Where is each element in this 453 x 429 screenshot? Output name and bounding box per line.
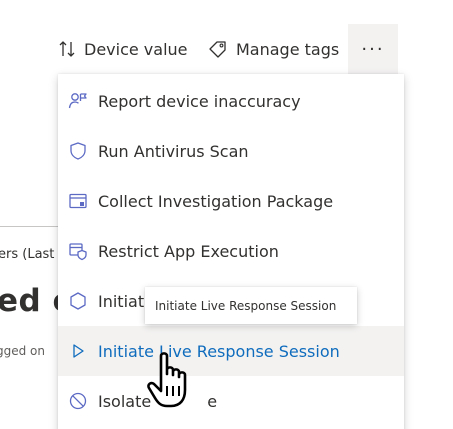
menu-item-initiate-live-response-session[interactable]: Initiate Live Response Session <box>58 326 404 376</box>
command-bar: Device value Manage tags ··· <box>0 24 453 74</box>
device-value-label: Device value <box>84 39 188 59</box>
sort-arrows-icon <box>58 40 76 58</box>
manage-tags-label: Manage tags <box>236 39 340 59</box>
more-actions-menu: Report device inaccuracy Run Antivirus S… <box>58 74 404 429</box>
menu-item-label: Initiate Live Response Session <box>98 341 340 361</box>
hand-pointer-cursor-icon <box>147 348 203 418</box>
menu-item-report-device-inaccuracy[interactable]: Report device inaccuracy <box>58 76 404 126</box>
menu-item-label: Report device inaccuracy <box>98 91 301 111</box>
more-actions-button[interactable]: ··· <box>348 24 398 74</box>
play-icon <box>66 341 90 361</box>
menu-item-label: Isolate <box>98 391 152 411</box>
menu-item-label-suffix: e <box>207 391 218 411</box>
block-icon <box>66 391 90 411</box>
menu-item-label: Collect Investigation Package <box>98 191 334 211</box>
hexagon-icon <box>66 291 90 311</box>
menu-item-isolate-device[interactable]: Isolate e <box>58 376 404 426</box>
manage-tags-button[interactable]: Manage tags <box>208 24 339 74</box>
menu-item-restrict-app-execution[interactable]: Restrict App Execution <box>58 226 404 276</box>
menu-item-collect-investigation-package[interactable]: Collect Investigation Package <box>58 176 404 226</box>
report-person-icon <box>66 91 90 111</box>
divider <box>0 226 58 227</box>
menu-item-run-antivirus-scan[interactable]: Run Antivirus Scan <box>58 126 404 176</box>
tag-icon <box>208 40 228 58</box>
menu-item-label: Restrict App Execution <box>98 241 279 261</box>
shield-icon <box>66 141 90 161</box>
time-filter-label[interactable]: ers (Last <box>0 247 54 262</box>
more-ellipsis-icon: ··· <box>361 38 385 60</box>
package-icon <box>66 191 90 211</box>
app-window: ers (Last ed c gged on Device value Mana… <box>0 0 453 429</box>
device-value-button[interactable]: Device value <box>58 24 188 74</box>
tooltip: Initiate Live Response Session <box>145 287 357 324</box>
menu-item-label: Run Antivirus Scan <box>98 141 249 161</box>
restrict-app-icon <box>66 241 90 261</box>
page-subtext: gged on <box>0 344 45 358</box>
